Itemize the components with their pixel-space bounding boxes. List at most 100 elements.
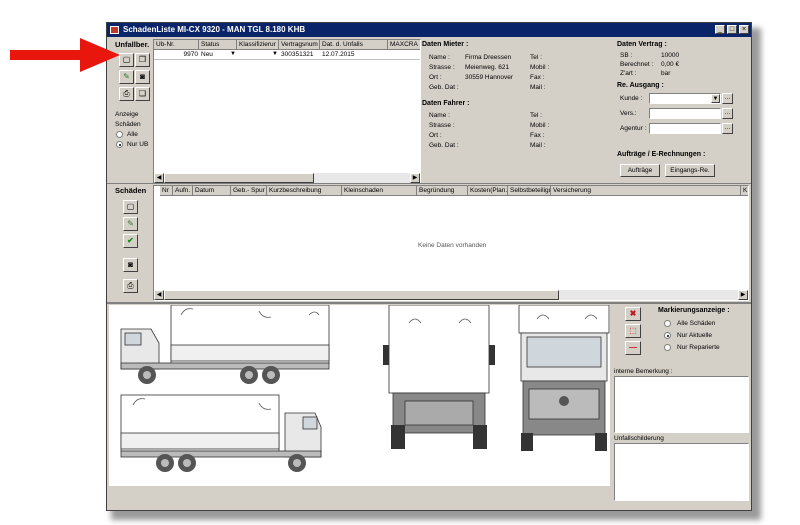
edit-damage-button[interactable]: ✎ xyxy=(123,217,138,231)
mieter-strasse-label: Strasse : xyxy=(429,64,455,71)
fahrer-mail-label: Mail : xyxy=(530,142,546,149)
auftraege-button[interactable]: Aufträge xyxy=(620,164,660,177)
col-vertragsnummer[interactable]: Vertragsnum xyxy=(279,40,320,50)
new-damage-button[interactable]: ▢ xyxy=(123,200,138,214)
chevron-down-icon[interactable]: ▼ xyxy=(230,51,236,57)
scroll-thumb[interactable] xyxy=(164,290,559,300)
col-selbstbeteiligung[interactable]: Selbstbeteiligu xyxy=(508,186,551,196)
schaeden-section-label: Schäden xyxy=(115,186,147,195)
chevron-down-icon[interactable]: ▼ xyxy=(711,94,720,103)
filter-nur-ub-label: Nur UB xyxy=(127,141,149,148)
copy-accident-button[interactable]: ❐ xyxy=(135,53,150,67)
fahrer-fax-label: Fax : xyxy=(530,132,545,139)
print-button[interactable]: ⎙ xyxy=(119,87,134,101)
window-title: SchadenListe MI-CX 9320 - MAN TGL 8.180 … xyxy=(123,25,306,34)
markierung-reparierte-radio[interactable] xyxy=(664,344,671,351)
delete-marker-icon[interactable]: ✖ xyxy=(625,307,641,321)
unfallschilderung-label: Unfallschilderung xyxy=(614,435,664,442)
damages-hscrollbar[interactable]: ◀ ▶ xyxy=(154,290,748,300)
col-nr[interactable]: Nr xyxy=(160,186,173,196)
accidents-table: Ub-Nr. Status Klassifizierur Vertragsnum… xyxy=(153,39,421,184)
cell-status: Neu xyxy=(201,51,213,58)
fahrer-geb-label: Geb. Dat : xyxy=(429,142,459,149)
vertrag-sb: 10000 xyxy=(661,52,680,59)
accidents-section-label: Unfallber. xyxy=(115,40,150,49)
mieter-tel-label: Tel : xyxy=(530,54,542,61)
section-divider xyxy=(107,183,751,184)
anzeige-label: Anzeige xyxy=(115,111,139,118)
confirm-check-icon[interactable]: ✔ xyxy=(123,234,138,248)
fahrer-name-label: Name : xyxy=(429,112,450,119)
vers-input[interactable] xyxy=(649,108,721,119)
maximize-button[interactable]: □ xyxy=(727,25,737,34)
markierung-alle-radio[interactable] xyxy=(664,320,671,327)
col-begruendung[interactable]: Begründung xyxy=(417,186,468,196)
col-unfalldatum[interactable]: Dat. d. Unfalls xyxy=(320,40,388,50)
camera-button[interactable]: ◙ xyxy=(135,70,150,84)
damage-print-button[interactable]: ⎙ xyxy=(123,279,138,293)
mieter-ort-label: Ort : xyxy=(429,74,442,81)
col-versicherung[interactable]: Versicherung xyxy=(551,186,741,196)
markierung-aktuelle-radio[interactable] xyxy=(664,332,671,339)
schaeden-filter-label: Schäden xyxy=(115,121,141,128)
bemerkung-textarea[interactable] xyxy=(614,376,749,433)
new-accident-button[interactable]: ▢ xyxy=(119,53,134,67)
filter-alle-label: Alle xyxy=(127,131,138,138)
scroll-right-icon[interactable]: ▶ xyxy=(738,290,748,300)
truck-diagram xyxy=(120,304,610,472)
title-bar[interactable]: SchadenListe MI-CX 9320 - MAN TGL 8.180 … xyxy=(107,23,751,37)
red-arrow-icon xyxy=(10,38,120,72)
scroll-right-icon[interactable]: ▶ xyxy=(410,173,420,183)
col-geb-spur[interactable]: Geb.- Spur xyxy=(231,186,267,196)
accidents-hscrollbar[interactable]: ◀ ▶ xyxy=(154,173,420,183)
col-datum[interactable]: Datum xyxy=(193,186,231,196)
mieter-title: Daten Mieter : xyxy=(422,41,469,48)
vehicle-diagram-area[interactable] xyxy=(109,304,610,486)
col-ub-nr[interactable]: Ub-Nr. xyxy=(154,40,199,50)
col-kleinschaden[interactable]: Kleinschaden xyxy=(342,186,417,196)
filter-alle-radio[interactable] xyxy=(116,131,123,138)
col-aufn[interactable]: Aufn. xyxy=(173,186,193,196)
vertrag-berechnet: 0,00 € xyxy=(661,61,680,68)
lower-divider xyxy=(107,302,751,304)
markierung-title: Markierungsanzeige : xyxy=(658,307,730,314)
cell-vertrag: 300351321 xyxy=(281,51,314,58)
kunde-select[interactable]: ▼ xyxy=(649,93,721,104)
remove-marker-icon[interactable]: — xyxy=(625,341,641,355)
vertrag-zart: bar xyxy=(661,70,671,77)
vers-label: Vers.: xyxy=(620,110,637,117)
scroll-left-icon[interactable]: ◀ xyxy=(154,173,164,183)
app-icon xyxy=(110,26,119,34)
export-button[interactable]: ❏ xyxy=(135,87,150,101)
agentur-lookup-button[interactable]: … xyxy=(722,123,733,134)
chevron-down-icon[interactable]: ▼ xyxy=(272,51,278,57)
fahrer-mobil-label: Mobil : xyxy=(530,122,550,129)
mieter-fax-label: Fax : xyxy=(530,74,545,81)
select-area-icon[interactable]: ⬚ xyxy=(625,324,641,338)
vertrag-title: Daten Vertrag : xyxy=(617,41,667,48)
scroll-thumb[interactable] xyxy=(164,173,314,183)
edit-accident-button[interactable]: ✎ xyxy=(119,70,134,84)
col-status[interactable]: Status xyxy=(199,40,237,50)
vers-lookup-button[interactable]: … xyxy=(722,108,733,119)
col-maxcra[interactable]: MAXCRA xyxy=(388,40,420,50)
vertrag-zart-label: Z'art : xyxy=(620,70,637,77)
fahrer-title: Daten Fahrer : xyxy=(422,100,470,107)
auftraege-title: Aufträge / E-Rechnungen : xyxy=(617,151,706,158)
col-k[interactable]: K xyxy=(741,186,748,196)
close-button[interactable]: × xyxy=(739,25,749,34)
unfallschilderung-textarea[interactable] xyxy=(614,443,749,501)
kunde-lookup-button[interactable]: … xyxy=(722,93,733,104)
col-kurzbeschreibung[interactable]: Kurzbeschreibung xyxy=(267,186,342,196)
fahrer-tel-label: Tel : xyxy=(530,112,542,119)
agentur-input[interactable] xyxy=(649,123,721,134)
scroll-left-icon[interactable]: ◀ xyxy=(154,290,164,300)
table-row[interactable]: 9970 Neu ▼ ▼ 300351321 12.07.2015 xyxy=(154,50,420,60)
col-kosten[interactable]: Kosten(Plan. xyxy=(468,186,508,196)
eingangs-re-button[interactable]: Eingangs-Re. xyxy=(665,164,715,177)
minimize-button[interactable]: _ xyxy=(715,25,725,34)
damage-camera-button[interactable]: ◙ xyxy=(123,258,138,272)
filter-nur-ub-radio[interactable] xyxy=(116,141,123,148)
col-klassifizierung[interactable]: Klassifizierur xyxy=(237,40,279,50)
mieter-mail-label: Mail : xyxy=(530,84,546,91)
